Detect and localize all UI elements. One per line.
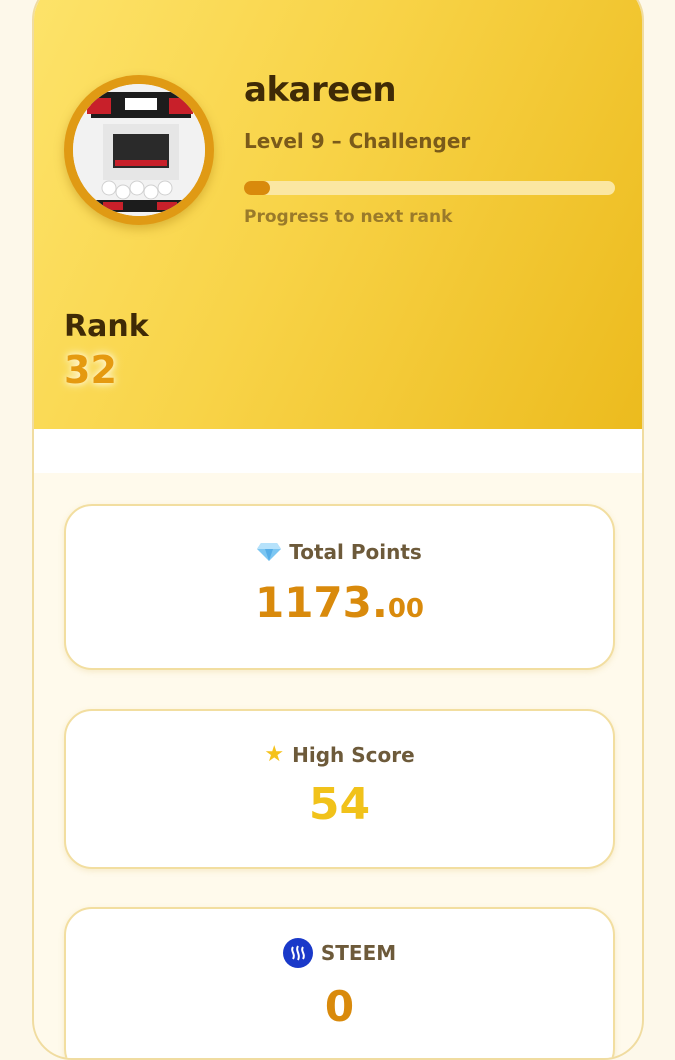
star-icon: ★	[264, 742, 285, 767]
rank-progress-bar	[244, 181, 615, 195]
steem-card: STEEM 0	[64, 907, 615, 1058]
avatar-image	[73, 84, 205, 216]
profile-header: akareen Level 9 – Challenger Progress to…	[34, 0, 642, 429]
total-points-decimals: 00	[387, 594, 425, 624]
rank-progress-fill	[244, 181, 270, 195]
high-score-card: ★ High Score 54	[64, 709, 615, 869]
level-label: Level 9 – Challenger	[244, 129, 471, 153]
steem-label: STEEM	[320, 941, 397, 965]
steem-title: STEEM	[66, 938, 613, 968]
avatar	[64, 75, 214, 225]
high-score-title: ★ High Score	[66, 743, 613, 767]
total-points-label: Total Points	[289, 540, 422, 564]
rank-value: 32	[64, 348, 117, 392]
header-divider	[34, 429, 642, 473]
high-score-value: 54	[308, 779, 371, 830]
username: akareen	[244, 70, 397, 110]
total-points-card: Total Points 1173.00	[64, 504, 615, 670]
steem-value: 0	[324, 982, 355, 1031]
progress-caption: Progress to next rank	[244, 207, 453, 227]
profile-card: akareen Level 9 – Challenger Progress to…	[32, 0, 644, 1060]
high-score-label: High Score	[292, 743, 415, 767]
total-points-integer: 1173.	[254, 578, 388, 627]
total-points-value: 1173.00	[66, 582, 613, 624]
total-points-title: Total Points	[66, 540, 613, 564]
rank-label: Rank	[64, 309, 149, 344]
gem-icon	[257, 542, 282, 562]
steem-icon	[282, 938, 313, 968]
